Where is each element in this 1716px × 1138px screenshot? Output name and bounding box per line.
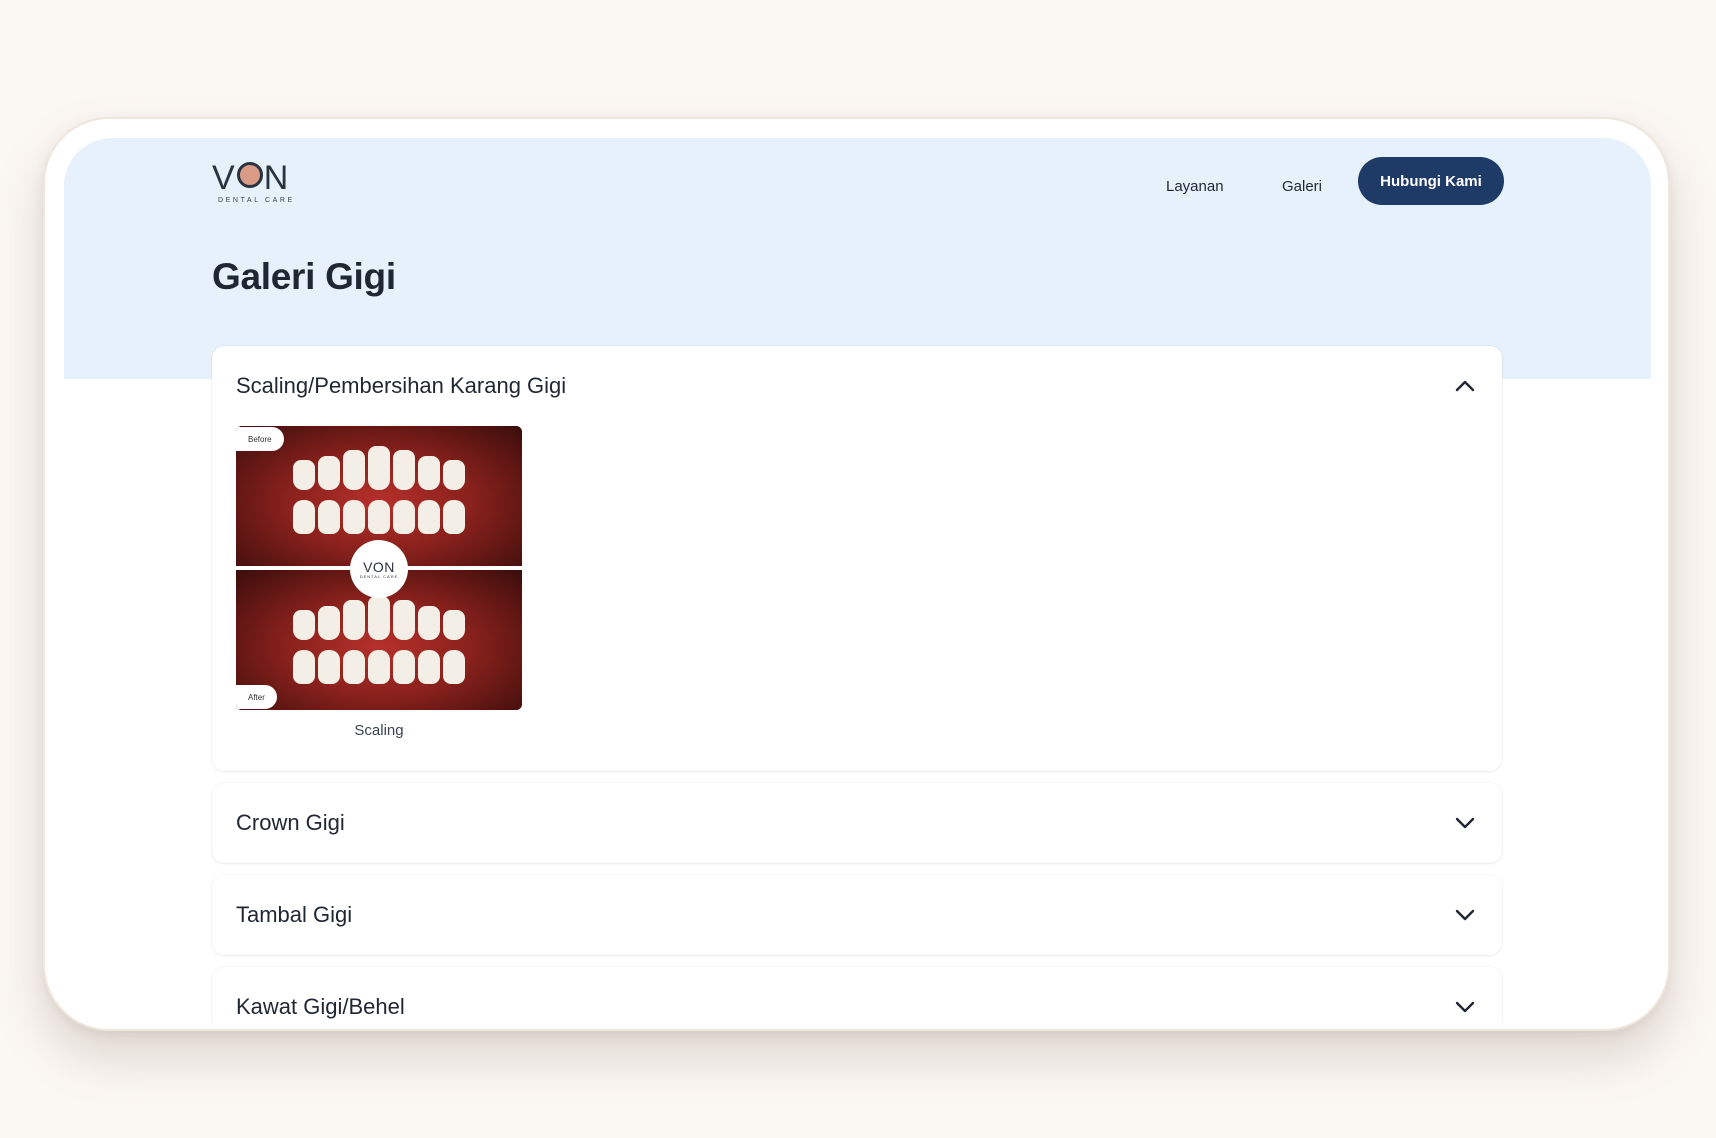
accordion-title: Crown Gigi <box>236 810 345 835</box>
accordion-title: Tambal Gigi <box>236 902 353 927</box>
lower-teeth <box>276 650 482 690</box>
badge-subtext: DENTAL CARE <box>359 573 399 579</box>
lower-teeth <box>276 500 482 540</box>
logo-wordmark: VN <box>212 159 290 197</box>
tooth-logo-icon <box>236 162 263 188</box>
hubungi-kami-button[interactable]: Hubungi Kami <box>1358 157 1504 205</box>
chevron-down-icon[interactable] <box>1452 810 1478 836</box>
page-title: Galeri Gigi <box>212 256 396 297</box>
gallery-item[interactable]: VON DENTAL CARE Before After Scaling <box>236 426 522 739</box>
after-tag: After <box>236 685 277 709</box>
accordion-item-crown: Crown Gigi <box>212 783 1502 863</box>
nav-layanan-link[interactable]: Layanan <box>1166 178 1224 195</box>
accordion-header[interactable]: Scaling/Pembersihan Karang Gigi <box>236 346 1478 426</box>
accordion-header[interactable]: Crown Gigi <box>236 783 1478 863</box>
chevron-down-icon[interactable] <box>1452 902 1478 928</box>
before-after-photo[interactable]: VON DENTAL CARE Before After <box>236 426 522 710</box>
accordion-header[interactable]: Tambal Gigi <box>236 875 1478 955</box>
before-tag: Before <box>236 427 284 451</box>
logo[interactable]: VN DENTAL CARE <box>212 159 300 204</box>
upper-teeth <box>276 446 482 490</box>
photo-logo-badge: VON DENTAL CARE <box>350 540 408 598</box>
accordion-item-scaling: Scaling/Pembersihan Karang Gigi VON DENT… <box>212 346 1502 771</box>
nav-galeri-link[interactable]: Galeri <box>1282 178 1322 195</box>
gallery-caption: Scaling <box>354 722 404 739</box>
device-frame: VN DENTAL CARE Layanan Galeri Hubungi Ka… <box>43 117 1670 1031</box>
accordion-header[interactable]: Kawat Gigi/Behel <box>236 967 1478 1022</box>
logo-subtext: DENTAL CARE <box>218 197 295 204</box>
site-header: VN DENTAL CARE Layanan Galeri Hubungi Ka… <box>64 138 1651 238</box>
upper-teeth <box>276 596 482 640</box>
accordion-item-tambal: Tambal Gigi <box>212 875 1502 955</box>
app-screen: VN DENTAL CARE Layanan Galeri Hubungi Ka… <box>64 138 1651 1022</box>
chevron-down-icon[interactable] <box>1452 994 1478 1020</box>
accordion-item-kawat: Kawat Gigi/Behel <box>212 967 1502 1022</box>
chevron-up-icon[interactable] <box>1452 373 1478 399</box>
badge-wordmark: VON <box>363 558 395 575</box>
accordion-title: Scaling/Pembersihan Karang Gigi <box>236 373 567 398</box>
accordion-title: Kawat Gigi/Behel <box>236 994 405 1019</box>
